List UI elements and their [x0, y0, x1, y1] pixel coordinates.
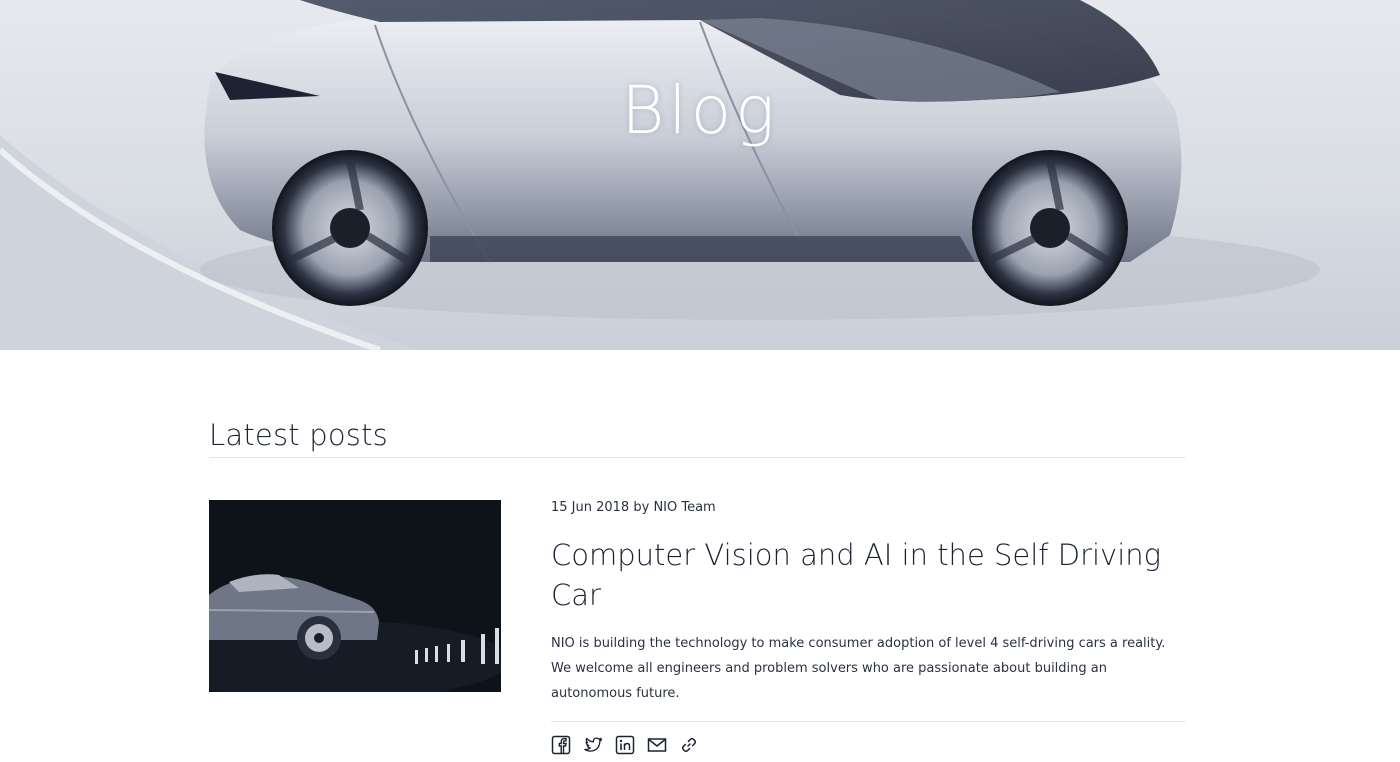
post-content: 15 Jun 2018 by NIO Team Computer Vision …	[551, 500, 1186, 706]
post-author[interactable]: NIO Team	[653, 500, 715, 515]
link-icon	[681, 737, 697, 753]
twitter-icon	[584, 737, 603, 752]
post-thumbnail-image	[209, 500, 501, 692]
email-share-button[interactable]	[647, 735, 667, 755]
hero-car-image	[0, 0, 1320, 350]
post-card: 15 Jun 2018 by NIO Team Computer Vision …	[209, 500, 1186, 762]
post-date: 15 Jun 2018	[551, 500, 630, 515]
facebook-share-button[interactable]	[551, 735, 571, 755]
email-icon	[647, 738, 667, 752]
latest-posts-heading: Latest posts	[209, 418, 388, 452]
linkedin-icon	[615, 735, 635, 755]
hero-banner: Blog	[0, 0, 1400, 350]
copy-link-button[interactable]	[679, 735, 699, 755]
section-divider	[209, 457, 1186, 458]
post-excerpt: NIO is building the technology to make c…	[551, 636, 1166, 701]
page-title: Blog	[621, 72, 779, 149]
share-bar	[551, 735, 699, 755]
post-by-label: by	[633, 500, 650, 515]
post-title-link[interactable]: Computer Vision and AI in the Self Drivi…	[551, 535, 1186, 615]
linkedin-share-button[interactable]	[615, 735, 635, 755]
post-thumbnail[interactable]	[209, 500, 501, 692]
twitter-share-button[interactable]	[583, 735, 603, 755]
post-divider	[551, 721, 1186, 722]
post-meta: 15 Jun 2018 by NIO Team	[551, 500, 1186, 516]
facebook-icon	[551, 735, 571, 755]
